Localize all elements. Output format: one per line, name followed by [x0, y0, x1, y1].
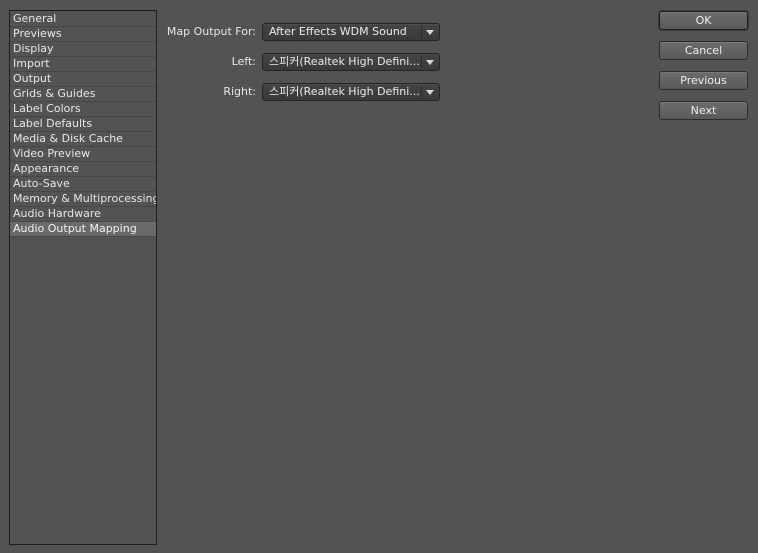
sidebar-item-general[interactable]: General	[10, 12, 156, 27]
left-channel-label: Left:	[231, 55, 256, 68]
next-button[interactable]: Next	[659, 101, 748, 120]
dropdown-divider	[421, 86, 422, 98]
map-output-for-dropdown[interactable]: After Effects WDM Sound	[262, 23, 440, 41]
chevron-down-icon	[426, 90, 434, 95]
sidebar-item-appearance[interactable]: Appearance	[10, 162, 156, 177]
sidebar-item-import[interactable]: Import	[10, 57, 156, 72]
map-output-for-label: Map Output For:	[166, 25, 256, 38]
right-channel-label: Right:	[223, 85, 256, 98]
sidebar-item-label-colors[interactable]: Label Colors	[10, 102, 156, 117]
dropdown-divider	[421, 56, 422, 68]
sidebar-item-audio-output-mapping[interactable]: Audio Output Mapping	[10, 222, 156, 237]
map-output-for-row: Map Output For: After Effects WDM Sound	[160, 23, 442, 41]
preferences-category-list[interactable]: General Previews Display Import Output G…	[9, 10, 157, 545]
previous-button[interactable]: Previous	[659, 71, 748, 90]
sidebar-item-video-preview[interactable]: Video Preview	[10, 147, 156, 162]
sidebar-item-label-defaults[interactable]: Label Defaults	[10, 117, 156, 132]
sidebar-item-output[interactable]: Output	[10, 72, 156, 87]
right-channel-dropdown[interactable]: 스피커(Realtek High Defini...	[262, 83, 440, 101]
sidebar-item-display[interactable]: Display	[10, 42, 156, 57]
left-channel-row: Left: 스피커(Realtek High Defini...	[160, 53, 442, 71]
preferences-dialog: General Previews Display Import Output G…	[0, 0, 758, 553]
cancel-button[interactable]: Cancel	[659, 41, 748, 60]
sidebar-item-memory-multiprocessing[interactable]: Memory & Multiprocessing	[10, 192, 156, 207]
sidebar-item-grids-guides[interactable]: Grids & Guides	[10, 87, 156, 102]
left-channel-dropdown[interactable]: 스피커(Realtek High Defini...	[262, 53, 440, 71]
right-channel-value: 스피커(Realtek High Defini...	[269, 85, 419, 98]
left-channel-value: 스피커(Realtek High Defini...	[269, 55, 419, 68]
right-channel-row: Right: 스피커(Realtek High Defini...	[160, 83, 442, 101]
sidebar-item-audio-hardware[interactable]: Audio Hardware	[10, 207, 156, 222]
map-output-for-value: After Effects WDM Sound	[269, 25, 407, 38]
sidebar-item-previews[interactable]: Previews	[10, 27, 156, 42]
chevron-down-icon	[426, 30, 434, 35]
sidebar-item-auto-save[interactable]: Auto-Save	[10, 177, 156, 192]
dropdown-divider	[421, 26, 422, 38]
chevron-down-icon	[426, 60, 434, 65]
sidebar-item-media-disk-cache[interactable]: Media & Disk Cache	[10, 132, 156, 147]
ok-button[interactable]: OK	[659, 11, 748, 30]
